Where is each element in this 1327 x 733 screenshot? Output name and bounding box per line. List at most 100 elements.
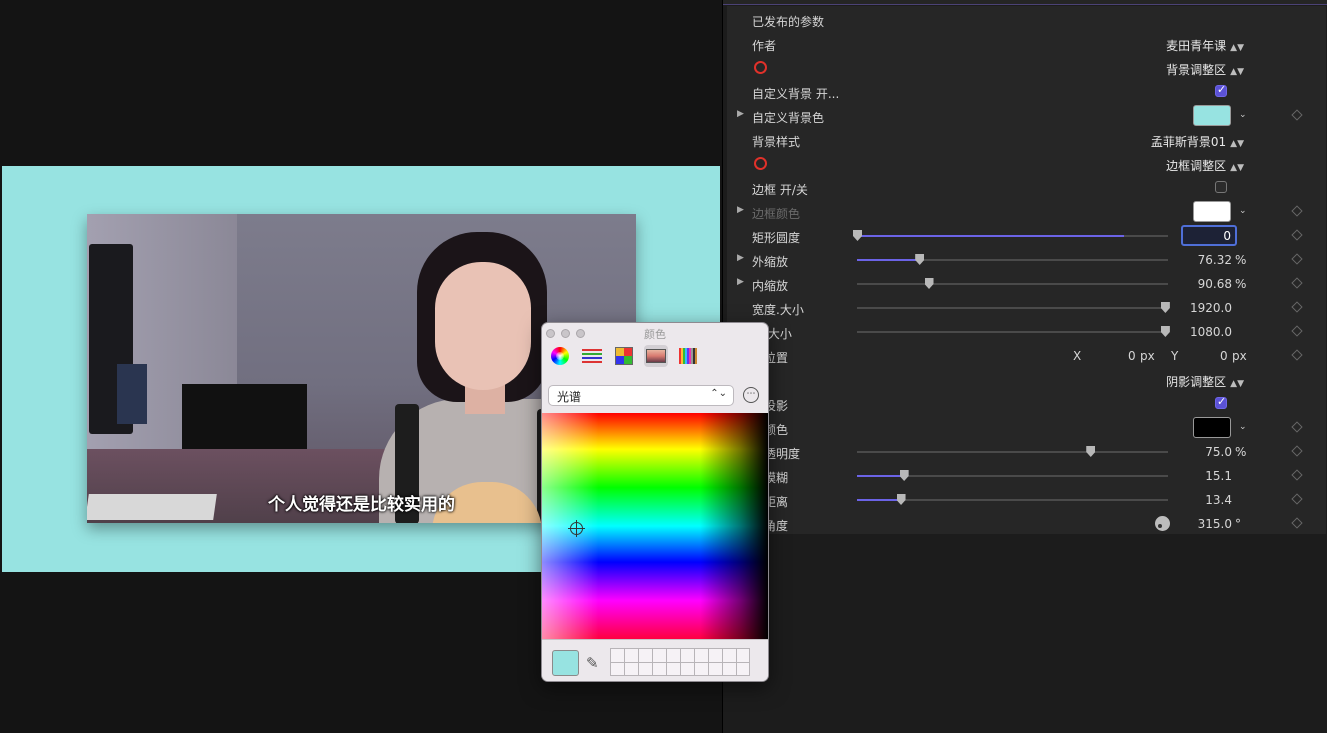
color-picker-window: 颜色 光谱 ⌃⌄ ⋯ ✎ [541, 322, 769, 682]
saved-colors-grid[interactable] [610, 648, 750, 676]
keyframe-diamond-icon[interactable] [1291, 445, 1303, 457]
shadow-zone-popup[interactable]: 阴影调整区 ▲▼ [1166, 373, 1244, 390]
color-sliders-tab[interactable] [580, 345, 604, 367]
shadow-distance-value[interactable]: 13.4 [1205, 493, 1232, 507]
updown-arrows-icon: ▲▼ [1230, 139, 1244, 149]
border-zone-value: 边框调整区 [1166, 159, 1227, 173]
bg-style-popup[interactable]: 孟菲斯背景01 ▲▼ [1151, 133, 1244, 150]
height-slider-thumb[interactable] [1160, 326, 1170, 337]
keyframe-diamond-icon[interactable] [1291, 109, 1303, 121]
current-color-swatch[interactable] [552, 650, 579, 676]
keyframe-diamond-icon[interactable] [1291, 301, 1303, 313]
shadow-distance-slider[interactable] [857, 494, 1168, 505]
shadow-angle-unit: ° [1235, 517, 1241, 531]
image-palettes-tab[interactable] [644, 345, 668, 367]
shadow-blur-slider[interactable] [857, 470, 1168, 481]
keyframe-diamond-icon[interactable] [1291, 277, 1303, 289]
section-title: 已发布的参数 [752, 15, 825, 29]
color-picker-titlebar[interactable]: 颜色 [542, 323, 768, 343]
reset-circle-icon[interactable] [754, 157, 767, 170]
outer-scale-value[interactable]: 76.32 [1198, 253, 1232, 267]
width-slider-thumb[interactable] [1160, 302, 1170, 313]
custom-bg-color-label: 自定义背景色 [752, 111, 825, 125]
updown-arrows-icon: ▲▼ [1230, 163, 1244, 173]
outer-scale-slider[interactable] [857, 254, 1168, 265]
palette-mode-select[interactable]: 光谱 ⌃⌄ [548, 385, 734, 406]
disclosure-triangle-icon[interactable]: ▶ [737, 109, 744, 119]
chevron-down-icon[interactable]: ⌄ [1239, 110, 1247, 120]
row-position: 框位置 X 0 px Y 0 px [727, 344, 1326, 368]
position-y-value[interactable]: 0 [1220, 349, 1228, 363]
row-shadow-angle: 影角度 315.0 ° [727, 512, 1326, 536]
border-zone-popup[interactable]: 边框调整区 ▲▼ [1166, 157, 1244, 174]
color-palettes-tab[interactable] [612, 345, 636, 367]
shadow-distance-slider-thumb[interactable] [896, 494, 906, 505]
width-label: 宽度.大小 [752, 303, 804, 317]
row-shadow-toggle: 框投影 [727, 392, 1326, 416]
row-custom-bg-color: ▶ 自定义背景色 ⌄ [727, 104, 1326, 128]
color-picker-title: 颜色 [644, 328, 666, 341]
corner-slider[interactable] [853, 230, 1168, 241]
keyframe-diamond-icon[interactable] [1291, 493, 1303, 505]
border-checkbox[interactable] [1215, 181, 1227, 193]
border-color-swatch[interactable] [1193, 201, 1231, 222]
disclosure-triangle-icon[interactable]: ▶ [737, 205, 744, 215]
disclosure-triangle-icon[interactable]: ▶ [737, 277, 744, 287]
shadow-blur-slider-thumb[interactable] [899, 470, 909, 481]
inner-scale-value[interactable]: 90.68 [1198, 277, 1232, 291]
updown-arrows-icon: ▲▼ [1230, 67, 1244, 77]
outer-scale-slider-thumb[interactable] [915, 254, 925, 265]
row-author: 作者 麦田青年课 ▲▼ [727, 32, 1326, 56]
row-width: 宽度.大小 1920.0 [727, 296, 1326, 320]
width-value[interactable]: 1920.0 [1190, 301, 1232, 315]
color-wheel-tab[interactable] [548, 345, 572, 367]
shadow-blur-value[interactable]: 15.1 [1205, 469, 1232, 483]
eyedropper-icon[interactable]: ✎ [586, 654, 599, 672]
shadow-opacity-value[interactable]: 75.0 [1205, 445, 1232, 459]
custom-bg-checkbox[interactable] [1215, 83, 1227, 97]
position-x-value[interactable]: 0 [1128, 349, 1136, 363]
keyframe-diamond-icon[interactable] [1291, 469, 1303, 481]
custom-bg-color-swatch[interactable] [1193, 105, 1231, 126]
keyframe-diamond-icon[interactable] [1291, 517, 1303, 529]
updown-arrows-icon: ▲▼ [1230, 43, 1244, 53]
shadow-color-swatch[interactable] [1193, 417, 1231, 438]
keyframe-diamond-icon[interactable] [1291, 325, 1303, 337]
author-popup[interactable]: 麦田青年课 ▲▼ [1166, 37, 1244, 54]
row-border-zone: 边框调整区 ▲▼ [727, 152, 1326, 176]
row-bg-zone: 背景调整区 ▲▼ [727, 56, 1326, 80]
height-value[interactable]: 1080.0 [1190, 325, 1232, 339]
keyframe-diamond-icon[interactable] [1291, 253, 1303, 265]
shadow-checkbox[interactable] [1215, 395, 1227, 409]
keyframe-diamond-icon[interactable] [1291, 349, 1303, 361]
keyframe-diamond-icon[interactable] [1291, 205, 1303, 217]
inner-scale-slider-thumb[interactable] [924, 278, 934, 289]
keyframe-diamond-icon[interactable] [1291, 421, 1303, 433]
updown-arrows-icon: ▲▼ [1230, 379, 1244, 389]
inspector-panel: 已发布的参数 作者 麦田青年课▲▼ 背景调整区▲▼ 自定义背景 开... ▶ 自… [722, 0, 1327, 733]
pencils-tab[interactable] [676, 345, 700, 367]
corner-value-field[interactable]: 0 [1181, 225, 1237, 246]
outer-scale-slider-fill [857, 259, 920, 261]
height-slider[interactable] [857, 326, 1170, 337]
chevron-down-icon[interactable]: ⌄ [1239, 206, 1247, 216]
inner-scale-slider[interactable] [857, 278, 1168, 289]
row-bg-style: 背景样式 孟菲斯背景01 ▲▼ [727, 128, 1326, 152]
shadow-opacity-slider-thumb[interactable] [1086, 446, 1096, 457]
shadow-opacity-slider[interactable] [857, 446, 1168, 457]
corner-slider-thumb[interactable] [853, 230, 862, 241]
reset-circle-icon[interactable] [754, 61, 767, 74]
keyframe-diamond-icon[interactable] [1291, 229, 1303, 241]
disclosure-triangle-icon[interactable]: ▶ [737, 253, 744, 263]
bg-zone-popup[interactable]: 背景调整区 ▲▼ [1166, 61, 1244, 78]
row-inner-scale: ▶ 内缩放 90.68 % [727, 272, 1326, 296]
chevron-down-icon[interactable]: ⌄ [1239, 422, 1247, 432]
shadow-angle-value[interactable]: 315.0 [1198, 517, 1232, 531]
crosshair-icon[interactable] [568, 520, 585, 537]
corner-label: 矩形圆度 [752, 231, 801, 245]
row-outer-scale: ▶ 外缩放 76.32 % [727, 248, 1326, 272]
published-parameters: 已发布的参数 作者 麦田青年课▲▼ 背景调整区▲▼ 自定义背景 开... ▶ 自… [727, 6, 1326, 534]
more-options-button[interactable]: ⋯ [743, 387, 759, 403]
width-slider[interactable] [857, 302, 1170, 313]
angle-dial-icon[interactable] [1155, 516, 1170, 531]
